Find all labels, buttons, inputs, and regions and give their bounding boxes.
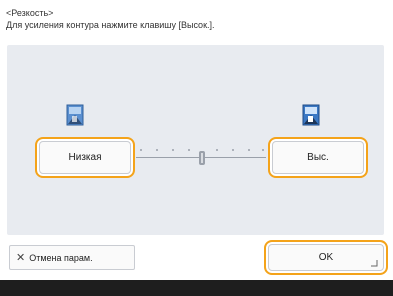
- slider-tick: [140, 149, 142, 151]
- slider-tick: [262, 149, 264, 151]
- page-title: <Резкость>: [6, 8, 54, 18]
- status-bar: [0, 280, 393, 296]
- slider-tick: [248, 149, 250, 151]
- high-sharpness-button[interactable]: Выс.: [268, 137, 368, 178]
- slider-tick: [172, 149, 174, 151]
- slider-tick: [216, 149, 218, 151]
- slider-thumb-icon[interactable]: [198, 150, 206, 166]
- low-sharpness-label: Низкая: [68, 152, 102, 163]
- close-icon: ✕: [16, 252, 26, 264]
- low-sharpness-image-icon: [66, 104, 84, 126]
- ok-button[interactable]: OK: [264, 240, 388, 275]
- corner-resize-icon: [371, 260, 378, 267]
- cancel-settings-button[interactable]: ✕ Отмена парам.: [9, 245, 135, 270]
- instruction-text: Для усиления контура нажмите клавишу [Вы…: [6, 20, 215, 30]
- slider-tick: [188, 149, 190, 151]
- slider-tick: [156, 149, 158, 151]
- cancel-label: Отмена парам.: [29, 252, 93, 263]
- slider-tick: [232, 149, 234, 151]
- high-sharpness-image-icon: [302, 104, 320, 126]
- header: <Резкость> Для усиления контура нажмите …: [6, 7, 215, 31]
- high-sharpness-label: Выс.: [307, 152, 329, 163]
- low-sharpness-button[interactable]: Низкая: [35, 137, 135, 178]
- ok-label: OK: [318, 252, 334, 263]
